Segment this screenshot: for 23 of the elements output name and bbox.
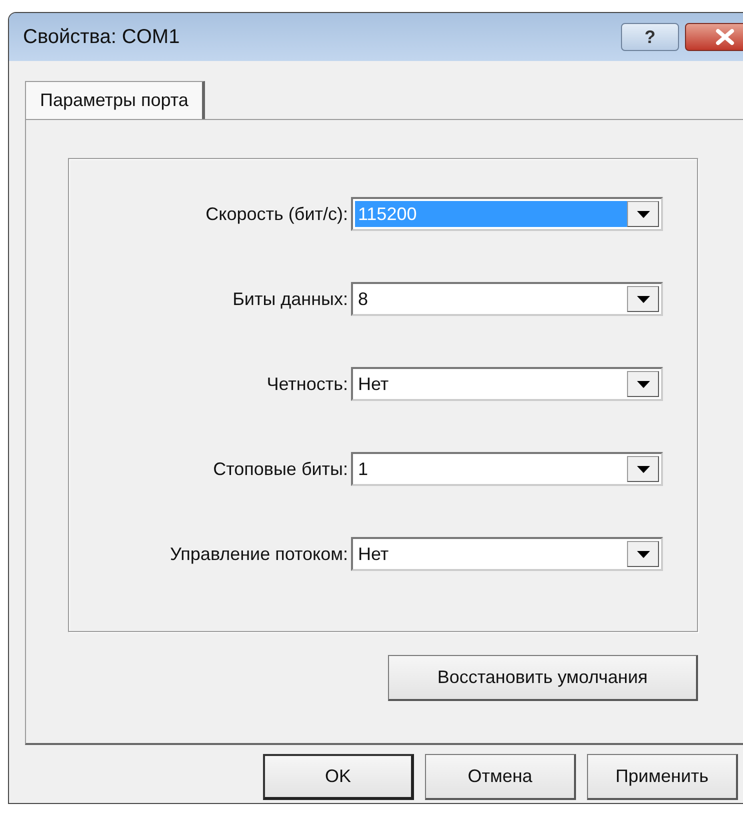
field-label: Биты данных: [232,288,349,310]
window-title: Свойства: COM1 [23,26,181,48]
dialog-button[interactable]: Применить [587,754,738,800]
dropdown-arrow-icon [636,210,650,218]
dropdown-field[interactable]: 1 [351,452,663,486]
dropdown-arrow-icon [636,550,650,558]
help-button[interactable]: ? [621,23,679,51]
dropdown-field[interactable]: Нет [351,537,663,571]
dialog-button[interactable]: Отмена [425,754,576,800]
dropdown-arrow-icon [636,466,650,472]
field-label: Четность: [266,374,349,394]
dropdown-field[interactable]: 8 [351,282,663,316]
field-label: Управление потоком: [169,544,349,564]
dropdown-arrow-icon [636,380,650,388]
field-label: Стоповые биты: [212,458,349,480]
field-label: Скорость (бит/с): [204,204,349,224]
tab[interactable]: Параметры порта [25,81,206,119]
dropdown-field[interactable]: Нет [351,367,663,401]
close-button[interactable] [685,23,743,51]
restore-defaults-button[interactable]: Восстановить умолчания [388,655,698,701]
dropdown-arrow-icon [636,296,650,302]
close-icon [715,29,735,45]
dialog-button[interactable]: OK [263,754,414,800]
